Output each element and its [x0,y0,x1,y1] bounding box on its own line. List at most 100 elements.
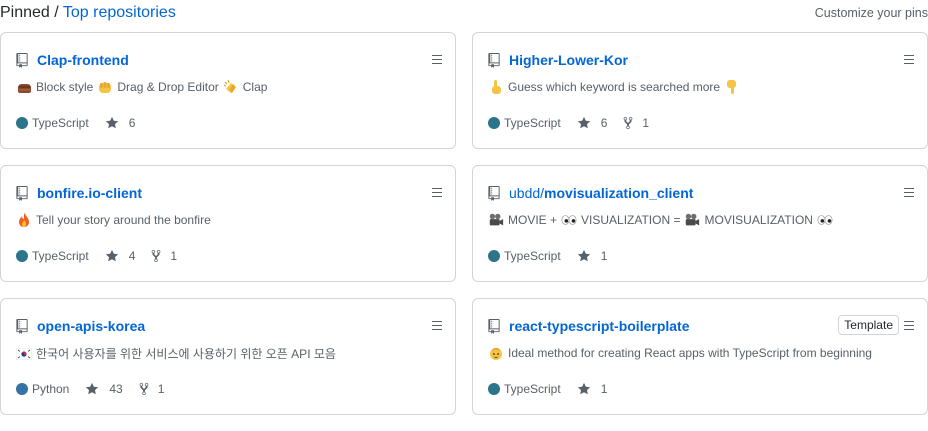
fork-icon [151,249,166,263]
description-text: MOVIE + [508,213,558,227]
repo-meta: TypeScript 4 1 [16,249,193,263]
repo-name-link[interactable]: bonfire.io-client [37,185,142,201]
repo-icon [16,319,28,334]
stars-link[interactable]: 1 [577,382,608,396]
repo-name: react-typescript-boilerplate [509,318,690,334]
repo-name: open-apis-korea [37,318,146,334]
repo-name: movisualization_client [544,185,694,201]
repo-description: Ideal method for creating React apps wit… [488,345,876,361]
description-text: Clap [242,80,268,94]
repo-icon [488,319,500,334]
forks-link[interactable]: 1 [139,382,165,396]
clap-icon [223,79,239,95]
description-text: Drag & Drop Editor [117,80,219,94]
fork-count: 1 [170,249,178,263]
forks-link[interactable]: 1 [151,249,177,263]
star-count: 6 [128,116,136,130]
star-icon [577,249,596,263]
language-color-dot [16,117,28,129]
repo-meta: TypeScript 1 [488,249,623,263]
repo-owner: ubdd/ [509,185,545,201]
star-icon [85,382,104,396]
stars-link[interactable]: 4 [105,249,136,263]
eyes-icon [817,212,833,228]
stars-link[interactable]: 1 [577,249,608,263]
drag-handle-icon[interactable] [904,55,914,64]
baby-icon [488,345,504,361]
repo-description: Block style Drag & Drop Editor Clap [16,79,271,95]
star-count: 4 [128,249,136,263]
repo-icon [488,186,500,201]
point-down-icon [724,79,740,95]
repo-name-link[interactable]: open-apis-korea [37,318,145,334]
description-text: Block style [36,80,94,94]
brick-icon [16,79,32,95]
repo-name: bonfire.io-client [37,185,142,201]
stars-link[interactable]: 43 [85,382,123,396]
description-text: MOVISUALIZATION [704,213,813,227]
star-count: 6 [600,116,608,130]
repo-language: TypeScript [504,116,561,130]
description-text: VISUALIZATION = [581,213,681,227]
drag-handle-icon[interactable] [904,321,914,330]
fork-icon [139,382,154,396]
repo-meta: TypeScript 6 1 [488,116,665,130]
stars-link[interactable]: 6 [105,116,136,130]
fork-icon [623,116,638,130]
eyes-icon [561,212,577,228]
repo-name-link[interactable]: react-typescript-boilerplate [509,318,690,334]
point-up-icon [488,79,504,95]
description-text: 한국어 사용자를 위한 서비스에 사용하기 위한 오픈 API 모음 [36,347,336,361]
stars-link[interactable]: 6 [577,116,608,130]
language-color-dot [488,250,500,262]
repo-name: Clap-frontend [37,52,129,68]
star-count: 1 [600,382,608,396]
star-count: 1 [600,249,608,263]
drag-handle-icon[interactable] [432,55,442,64]
pinned-header: Pinned / Top repositories Customize your… [0,0,928,26]
fork-count: 1 [642,116,650,130]
repo-name-link[interactable]: Clap-frontend [37,52,129,68]
description-text: Tell your story around the bonfire [36,213,211,227]
repo-name-link[interactable]: ubdd/movisualization_client [509,185,693,201]
fist-icon [97,79,113,95]
star-icon [105,116,124,130]
repo-description: Tell your story around the bonfire [16,212,215,228]
repo-meta: TypeScript 1 [488,382,623,396]
fork-count: 1 [157,382,165,396]
template-badge: Template [838,315,899,335]
pinned-label: Pinned [0,4,50,21]
repo-icon [488,53,500,68]
repo-description: Guess which keyword is searched more [488,79,744,95]
repo-name-link[interactable]: Higher-Lower-Kor [509,52,628,68]
star-count: 43 [109,382,123,396]
repo-language: TypeScript [504,382,561,396]
description-text: Guess which keyword is searched more [508,80,721,94]
repo-language: TypeScript [32,116,89,130]
language-color-dot [16,250,28,262]
korea-flag-icon [16,346,32,362]
repo-name: Higher-Lower-Kor [509,52,628,68]
language-color-dot [488,383,500,395]
repo-card: bonfire.io-client Tell your story around … [0,165,456,282]
repo-description: MOVIE + VISUALIZATION = MOVISUALIZATION [488,212,837,228]
star-icon [105,249,124,263]
language-color-dot [488,117,500,129]
repo-card: Higher-Lower-Kor Guess which keyword is s… [472,32,928,149]
customize-pins-link[interactable]: Customize your pins [815,6,928,20]
drag-handle-icon[interactable] [432,321,442,330]
drag-handle-icon[interactable] [904,188,914,197]
top-repositories-link[interactable]: Top repositories [63,4,176,21]
repo-meta: TypeScript 6 [16,116,151,130]
repo-icon [16,53,28,68]
drag-handle-icon[interactable] [432,188,442,197]
language-color-dot [16,383,28,395]
description-text: Ideal method for creating React apps wit… [508,346,872,360]
title-separator: / [49,4,63,21]
repo-icon [16,186,28,201]
repo-card: ubdd/movisualization_client MOVIE + VISUAL… [472,165,928,282]
fire-icon [16,212,32,228]
star-icon [577,382,596,396]
forks-link[interactable]: 1 [623,116,649,130]
repo-card: react-typescript-boilerplate Template Idea… [472,298,928,415]
